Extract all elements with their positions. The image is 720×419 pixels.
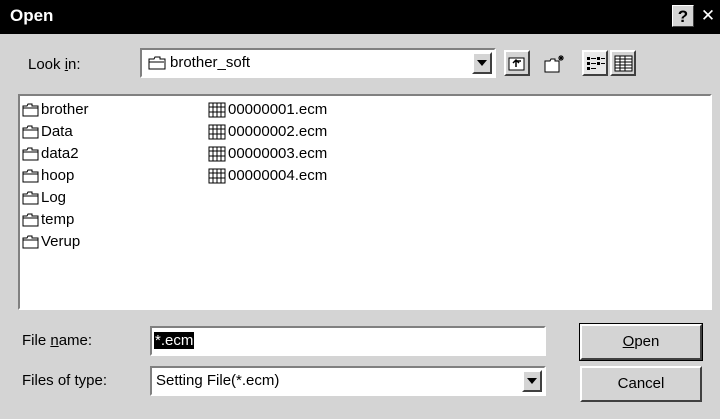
- file-name: 00000002.ecm: [228, 123, 328, 140]
- folder-name: Log: [41, 189, 67, 206]
- files-of-type-value: Setting File(*.ecm): [156, 372, 280, 389]
- folder-icon: [22, 213, 41, 227]
- ecm-file-icon: [208, 124, 228, 140]
- file-item[interactable]: 00000003.ecm: [208, 144, 327, 164]
- ecm-file-icon: [208, 168, 228, 184]
- file-name: 00000004.ecm: [228, 167, 328, 184]
- folder-icon: [22, 191, 41, 205]
- file-name: 00000003.ecm: [228, 145, 328, 162]
- folder-item[interactable]: temp: [22, 210, 74, 230]
- file-name-label: File name:: [22, 332, 93, 349]
- file-list[interactable]: brother Data data2 hoop Log temp Verup 0000000…: [18, 94, 712, 310]
- folder-name: hoop: [41, 167, 75, 184]
- files-of-type-dropdown-arrow[interactable]: [522, 370, 542, 392]
- list-view-button[interactable]: [582, 50, 608, 76]
- folder-icon: [22, 103, 41, 117]
- window-title: Open: [10, 6, 54, 25]
- details-view-button[interactable]: [610, 50, 636, 76]
- close-icon: ✕: [700, 6, 716, 25]
- help-icon: ?: [677, 7, 689, 26]
- open-button[interactable]: Open: [579, 323, 703, 361]
- folder-item[interactable]: data2: [22, 144, 79, 164]
- files-of-type-label: Files of type:: [22, 372, 108, 389]
- folder-icon: [148, 56, 166, 74]
- folder-item[interactable]: hoop: [22, 166, 74, 186]
- folder-item[interactable]: brother: [22, 100, 89, 120]
- folder-item[interactable]: Log: [22, 188, 66, 208]
- look-in-combo[interactable]: brother_soft: [140, 48, 496, 78]
- file-item[interactable]: 00000001.ecm: [208, 100, 327, 120]
- files-of-type-combo[interactable]: Setting File(*.ecm): [150, 366, 546, 396]
- folder-item[interactable]: Data: [22, 122, 73, 142]
- new-folder-button[interactable]: [540, 50, 566, 76]
- folder-name: temp: [41, 211, 75, 228]
- close-button[interactable]: ✕: [697, 5, 719, 27]
- up-one-level-button[interactable]: [504, 50, 530, 76]
- file-name: 00000001.ecm: [228, 101, 328, 118]
- help-button[interactable]: ?: [672, 5, 694, 27]
- folder-icon: [22, 147, 41, 161]
- ecm-file-icon: [208, 146, 228, 162]
- folder-name: data2: [41, 145, 79, 162]
- file-item[interactable]: 00000004.ecm: [208, 166, 327, 186]
- file-name-input[interactable]: *.ecm: [150, 326, 546, 356]
- look-in-label: Look in:: [28, 56, 81, 73]
- folder-name: Data: [41, 123, 73, 140]
- title-bar: Open ? ✕: [0, 0, 720, 34]
- folder-icon: [22, 169, 41, 183]
- file-item[interactable]: 00000002.ecm: [208, 122, 327, 142]
- file-name-value: *.ecm: [154, 332, 195, 349]
- look-in-dropdown-arrow[interactable]: [472, 52, 492, 74]
- cancel-button[interactable]: Cancel: [580, 366, 702, 402]
- folder-name: brother: [41, 101, 89, 118]
- folder-icon: [22, 125, 41, 139]
- folder-icon: [22, 235, 41, 249]
- look-in-value: brother_soft: [170, 54, 251, 71]
- ecm-file-icon: [208, 102, 228, 118]
- folder-item[interactable]: Verup: [22, 232, 80, 252]
- folder-name: Verup: [41, 233, 81, 250]
